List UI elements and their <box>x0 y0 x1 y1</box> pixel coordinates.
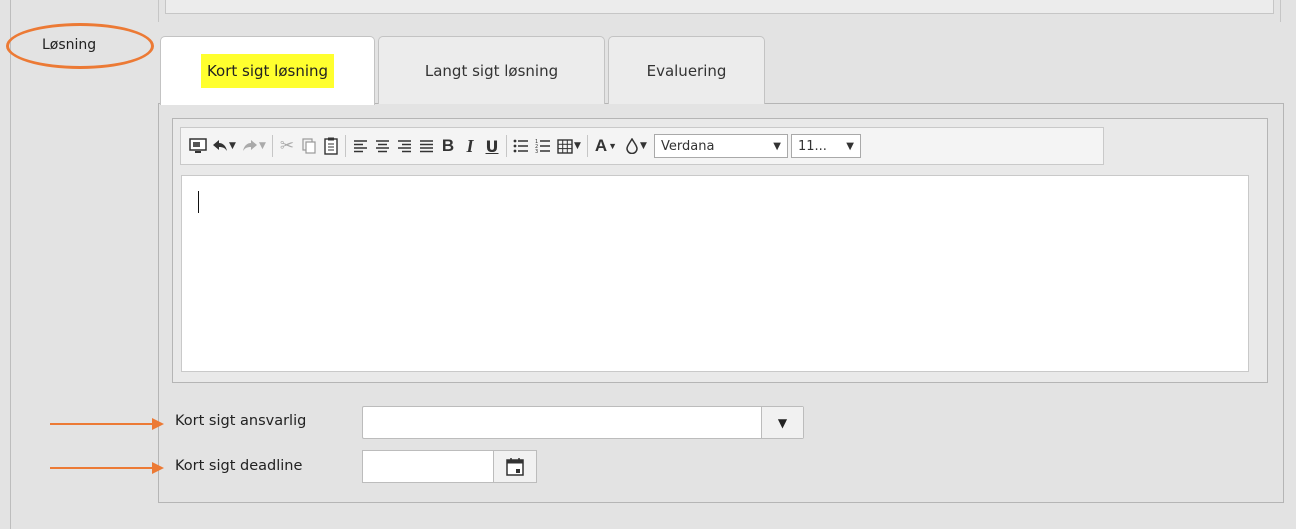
redo-icon[interactable]: ▼ <box>239 134 269 158</box>
paste-icon[interactable] <box>320 134 342 158</box>
calendar-icon <box>506 457 524 476</box>
previous-field-box[interactable] <box>165 0 1274 14</box>
responsible-label: Kort sigt ansvarlig <box>175 413 307 429</box>
font-family-select[interactable]: Verdana ▼ <box>654 134 788 158</box>
annotation-circle <box>6 23 154 69</box>
bold-icon[interactable]: B <box>437 134 459 158</box>
calendar-button[interactable] <box>493 450 537 483</box>
chevron-down-icon: ▼ <box>846 140 854 152</box>
tab-langt-sigt-losning[interactable]: Langt sigt løsning <box>378 36 605 104</box>
italic-icon[interactable]: I <box>459 134 481 158</box>
annotation-arrow-head <box>152 462 164 474</box>
top-panel-right-edge <box>1280 0 1281 22</box>
cut-icon[interactable]: ✂ <box>276 134 298 158</box>
align-left-icon[interactable] <box>349 134 371 158</box>
copy-icon[interactable] <box>298 134 320 158</box>
editor-content-area[interactable] <box>181 175 1249 372</box>
toolbar-separator <box>345 135 346 157</box>
numbered-list-icon[interactable]: 123 <box>532 134 554 158</box>
undo-icon[interactable]: ▼ <box>209 134 239 158</box>
chevron-down-icon: ▼ <box>773 140 781 152</box>
font-family-value: Verdana <box>661 138 715 154</box>
responsible-combobox[interactable]: ▼ <box>362 406 804 439</box>
font-color-icon[interactable]: A ▼ <box>591 134 621 158</box>
editor-toolbar: ▼ ▼ ✂ B I U 123 ▼ A ▼ ▼ Verdana ▼ 11... … <box>180 127 1104 165</box>
background-color-icon[interactable]: ▼ <box>621 134 651 158</box>
svg-text:3: 3 <box>535 149 538 153</box>
combobox-dropdown-button[interactable]: ▼ <box>761 407 803 438</box>
align-center-icon[interactable] <box>371 134 393 158</box>
toolbar-separator <box>506 135 507 157</box>
font-size-value: 11... <box>798 138 827 154</box>
toolbar-separator <box>587 135 588 157</box>
tab-label: Kort sigt løsning <box>200 54 335 88</box>
table-icon[interactable]: ▼ <box>554 134 584 158</box>
align-right-icon[interactable] <box>393 134 415 158</box>
tab-label: Evaluering <box>646 61 727 80</box>
deadline-label: Kort sigt deadline <box>175 458 303 474</box>
left-border <box>10 0 11 529</box>
font-size-select[interactable]: 11... ▼ <box>791 134 861 158</box>
top-panel-left-edge <box>158 0 159 22</box>
deadline-date-input[interactable] <box>362 450 494 483</box>
toolbar-separator <box>272 135 273 157</box>
align-justify-icon[interactable] <box>415 134 437 158</box>
tab-kort-sigt-losning[interactable]: Kort sigt løsning <box>160 36 375 105</box>
annotation-arrow-line <box>50 467 154 469</box>
annotation-arrow-head <box>152 418 164 430</box>
media-manager-icon[interactable] <box>187 134 209 158</box>
tab-evaluering[interactable]: Evaluering <box>608 36 765 104</box>
bullet-list-icon[interactable] <box>510 134 532 158</box>
chevron-down-icon: ▼ <box>777 415 788 430</box>
text-caret <box>198 191 199 213</box>
tab-label: Langt sigt løsning <box>424 61 559 80</box>
annotation-arrow-line <box>50 423 154 425</box>
underline-icon[interactable]: U <box>481 134 503 158</box>
